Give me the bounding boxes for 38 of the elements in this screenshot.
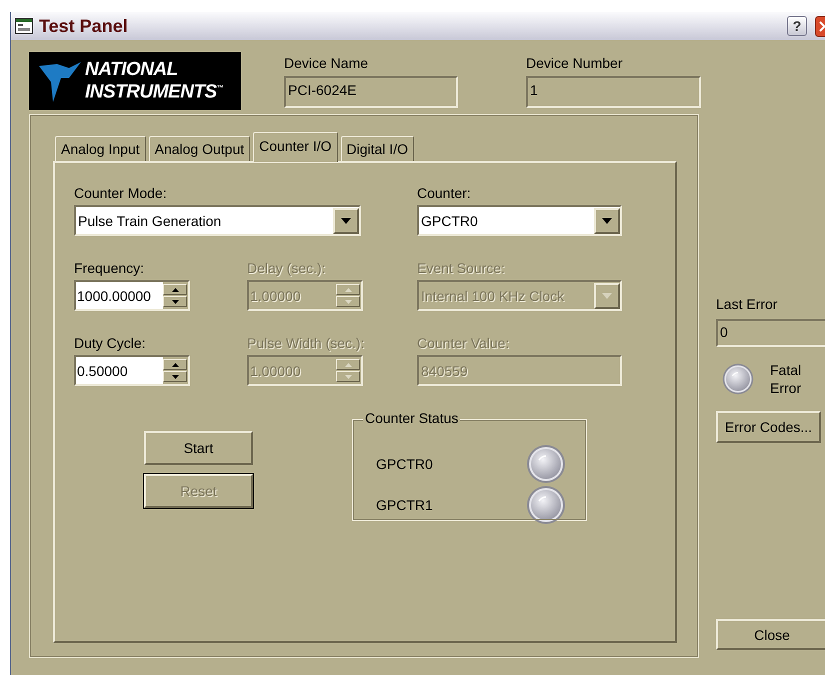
field-label: Counter Mode: — [74, 184, 168, 203]
tab[interactable]: Analog Input — [55, 136, 146, 161]
group-title: Counter Status — [363, 410, 460, 426]
field-label: Device Number — [526, 54, 624, 73]
spin-field[interactable]: 1000.00000 — [74, 280, 190, 311]
logo-text: NATIONAL INSTRUMENTS$^{™}$ — [85, 60, 224, 102]
field-label: Counter Value: — [417, 334, 510, 353]
window-icon — [15, 18, 33, 34]
tab[interactable]: Analog Output — [148, 136, 250, 161]
led-label: Fatal Error — [770, 361, 802, 397]
action-button[interactable]: Start — [144, 431, 253, 465]
counter-label: GPCTR1 — [376, 497, 433, 513]
dropdown[interactable]: GPCTR0 — [417, 205, 622, 236]
field-label: Counter: — [417, 184, 472, 203]
spin-down-icon[interactable] — [163, 296, 187, 307]
device-name-field: PCI-6024E — [284, 76, 458, 108]
field-label: Device Name — [284, 54, 370, 73]
field-label: Pulse Width (sec.): — [247, 334, 366, 353]
tab[interactable]: Digital I/O — [340, 136, 414, 161]
field-label: Frequency: — [74, 259, 146, 278]
spin-field[interactable]: 0.50000 — [74, 355, 190, 386]
last-error-field: 0 — [716, 319, 825, 347]
field-label: Duty Cycle: — [74, 334, 147, 353]
tab[interactable]: Counter I/O — [253, 132, 338, 162]
dropdown[interactable]: Pulse Train Generation — [74, 205, 361, 236]
spin-up-icon[interactable] — [163, 359, 187, 370]
field-label: Delay (sec.): — [247, 259, 327, 278]
device-number-field: 1 — [526, 76, 701, 108]
field-label: Last Error — [716, 296, 778, 314]
close-icon[interactable] — [815, 16, 825, 36]
counter-label: GPCTR0 — [376, 456, 433, 472]
field-label: Event Source: — [417, 259, 506, 278]
error-codes-button[interactable]: Error Codes... — [716, 411, 821, 443]
spin-down-icon[interactable] — [163, 371, 187, 382]
window-title: Test Panel — [39, 16, 129, 36]
spin-up-icon[interactable] — [163, 284, 187, 295]
help-button[interactable]: ? — [787, 16, 807, 36]
close-button[interactable]: Close — [716, 619, 825, 650]
